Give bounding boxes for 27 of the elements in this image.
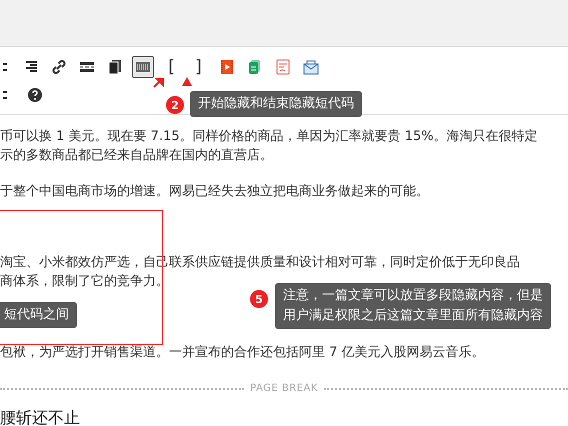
step-badge: 2 xyxy=(166,96,184,114)
help-icon xyxy=(27,87,43,103)
read-more-icon xyxy=(79,59,95,75)
page-break-label: PAGE BREAK xyxy=(250,382,318,396)
keyboard-icon xyxy=(135,59,151,75)
paragraph: 于整个中国电商市场的增速。网易已经失去独立把电商业务做起来的可能。 xyxy=(0,183,430,201)
tooltip: 开始隐藏和结束隐藏短代码 xyxy=(190,91,362,117)
mail-icon xyxy=(303,59,319,75)
paragraph: 币可以换 1 美元。现在要 7.15。同样价格的商品，单因为汇率就要贵 15%。海淘只在很特定 示的多数商品都已经来自品牌在国内的直营店。 xyxy=(0,128,539,165)
heading: 腰斩还不止 xyxy=(0,408,81,426)
arrow-icon xyxy=(182,77,192,86)
document-icon xyxy=(247,59,263,75)
form-icon xyxy=(275,59,291,75)
toolbar-icon xyxy=(0,88,7,102)
bracket-button[interactable]: ] xyxy=(188,56,210,78)
step-badge: 5 xyxy=(250,290,268,308)
video-icon xyxy=(219,59,235,75)
bracket-button[interactable]: [ xyxy=(160,56,182,78)
tooltip: 短代码之间 xyxy=(0,302,77,328)
tooltip: 注意，一篇文章可以放置多段隐藏内容，但是 用户满足权限之后这篇文章里面所有隐藏内容 xyxy=(275,283,551,329)
paragraph: 包袱，为严选打开销售渠道。一并宣布的合作还包括阿里 7 亿美元入股网易云音乐。 xyxy=(0,344,486,362)
arrow-icon xyxy=(153,76,165,88)
copy-icon xyxy=(107,59,123,75)
toolbar-button[interactable] xyxy=(132,56,154,78)
align-right-icon xyxy=(23,59,39,75)
link-icon xyxy=(51,59,67,75)
toolbar-icon xyxy=(0,60,7,74)
